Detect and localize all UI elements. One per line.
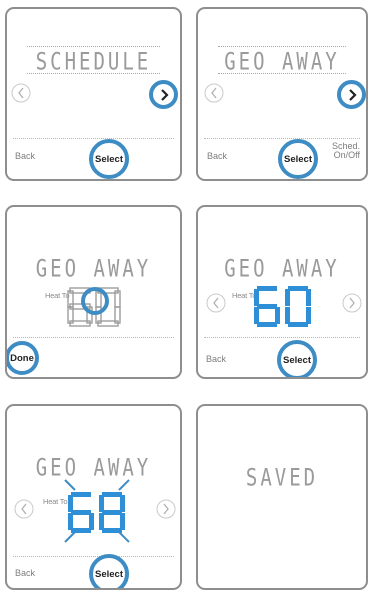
back-button[interactable]: Back	[15, 568, 35, 578]
screen-title: GEO AWAY	[224, 255, 340, 283]
select-label: Select	[284, 153, 312, 165]
chevron-right-icon	[348, 88, 357, 101]
screen-title: GEO AWAY	[224, 48, 340, 76]
chevron-left-icon[interactable]	[14, 499, 34, 519]
title-rule-bottom	[27, 73, 160, 74]
back-button[interactable]: Back	[15, 151, 35, 161]
thermostat-screen-geo-away-68: GEO AWAY Heat To Back Select	[5, 404, 182, 590]
footer-separator	[13, 556, 174, 557]
select-button[interactable]: Select	[89, 554, 129, 588]
temperature-digits	[254, 286, 311, 327]
done-button[interactable]: Done	[7, 341, 39, 375]
screen-title: SCHEDULE	[35, 48, 152, 76]
schedule-on-off-button[interactable]: Sched. On/Off	[328, 142, 360, 160]
screen-title: GEO AWAY	[35, 255, 152, 283]
next-arrow-button[interactable]	[337, 80, 366, 109]
temperature-digits-highlight[interactable]	[81, 287, 109, 315]
select-label: Select	[283, 354, 311, 366]
back-button[interactable]: Back	[207, 151, 227, 161]
title-rule-top	[27, 46, 160, 47]
select-button[interactable]: Select	[89, 139, 129, 179]
heat-to-label: Heat To	[45, 291, 70, 300]
chevron-right-icon[interactable]	[342, 293, 362, 313]
title-rule-top	[218, 46, 346, 47]
thermostat-screen-geo-away-menu: GEO AWAY Back Select Sched. On/Off	[196, 7, 368, 181]
heat-to-label: Heat To	[232, 291, 257, 300]
thermostat-screen-schedule: SCHEDULE Back Select	[5, 7, 182, 181]
temperature-digits	[68, 492, 125, 533]
thermostat-screen-saved: SAVED	[196, 404, 368, 590]
select-label: Select	[95, 153, 123, 165]
footer-separator	[13, 337, 174, 338]
chevron-left-icon[interactable]	[11, 83, 31, 103]
select-button[interactable]: Select	[278, 139, 318, 179]
chevron-left-icon[interactable]	[204, 83, 224, 103]
select-label: Select	[95, 568, 123, 580]
done-label: Done	[10, 352, 34, 364]
thermostat-screen-geo-away-edit: GEO AWAY Heat To Done	[5, 205, 182, 379]
chevron-left-icon[interactable]	[206, 293, 226, 313]
chevron-right-icon[interactable]	[156, 499, 176, 519]
next-arrow-button[interactable]	[149, 80, 178, 109]
footer-separator	[204, 138, 360, 139]
select-button[interactable]: Select	[277, 340, 317, 377]
footer-separator	[13, 138, 174, 139]
back-button[interactable]: Back	[206, 354, 226, 364]
title-rule-bottom	[218, 73, 346, 74]
thermostat-screen-geo-away-60: GEO AWAY Heat To Back Select	[196, 205, 368, 379]
footer-separator	[204, 337, 360, 338]
saved-message: SAVED	[245, 464, 319, 492]
chevron-right-icon	[160, 88, 169, 101]
